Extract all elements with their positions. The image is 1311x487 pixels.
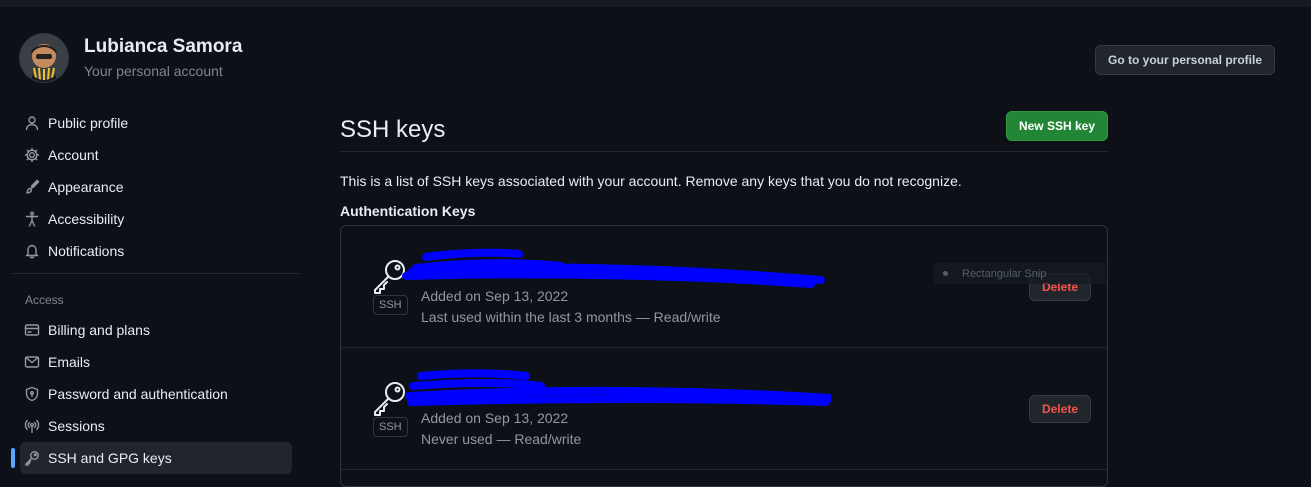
key-usage: Never used — Read/write bbox=[421, 431, 582, 447]
delete-key-button[interactable]: Delete bbox=[1028, 395, 1091, 423]
sidebar-item-label: Accessibility bbox=[48, 211, 125, 227]
sidebar-divider bbox=[12, 273, 300, 274]
bell-icon bbox=[25, 244, 39, 259]
settings-sidebar: Public profile Account Appearance Access… bbox=[11, 107, 300, 474]
key-icon bbox=[25, 451, 39, 466]
page-title: SSH keys bbox=[340, 116, 446, 143]
ssh-badge: SSH bbox=[373, 417, 408, 437]
ssh-badge: SSH bbox=[373, 295, 408, 315]
user-subtitle: Your personal account bbox=[84, 63, 223, 79]
sidebar-item-label: Public profile bbox=[48, 115, 129, 131]
mail-icon bbox=[24, 356, 40, 368]
sidebar-item-billing[interactable]: Billing and plans bbox=[12, 314, 300, 346]
sidebar-item-label: Account bbox=[48, 147, 99, 163]
sidebar-item-label: SSH and GPG keys bbox=[48, 450, 172, 466]
key-added-date: Added on Sep 13, 2022 bbox=[421, 288, 569, 304]
sidebar-item-label: Appearance bbox=[48, 179, 124, 195]
sidebar-item-label: Billing and plans bbox=[48, 322, 150, 338]
credit-card-icon bbox=[24, 324, 40, 336]
person-icon bbox=[25, 116, 39, 131]
ssh-key-row: SSH Added on Sep 13, 2022 Never used — R… bbox=[341, 348, 1107, 470]
section-title: Authentication Keys bbox=[340, 203, 476, 219]
new-ssh-key-button[interactable]: New SSH key bbox=[1005, 111, 1108, 141]
page-header: SSH keys New SSH key bbox=[340, 111, 1108, 152]
sidebar-item-ssh-gpg-keys[interactable]: SSH and GPG keys bbox=[11, 442, 292, 474]
account-header: Lubianca Samora Your personal account bbox=[20, 34, 242, 82]
avatar[interactable] bbox=[20, 34, 68, 82]
sidebar-item-notifications[interactable]: Notifications bbox=[12, 235, 300, 267]
user-name: Lubianca Samora bbox=[84, 36, 243, 57]
sidebar-item-sessions[interactable]: Sessions bbox=[12, 410, 300, 442]
sidebar-section-heading: Access bbox=[25, 293, 64, 307]
main-content: SSH keys New SSH key This is a list of S… bbox=[340, 111, 1108, 487]
snip-tooltip: Rectangular Snip bbox=[934, 263, 1106, 284]
snip-dot-icon bbox=[943, 271, 948, 276]
gear-icon bbox=[24, 147, 40, 163]
key-added-date: Added on Sep 13, 2022 bbox=[421, 410, 569, 426]
sidebar-item-account[interactable]: Account bbox=[12, 139, 300, 171]
sidebar-item-public-profile[interactable]: Public profile bbox=[12, 107, 300, 139]
sidebar-item-label: Emails bbox=[48, 354, 91, 370]
intro-text: This is a list of SSH keys associated wi… bbox=[340, 173, 962, 189]
sidebar-item-label: Sessions bbox=[48, 418, 105, 434]
key-usage: Last used within the last 3 months — Rea… bbox=[421, 309, 721, 325]
broadcast-icon bbox=[24, 419, 40, 434]
snip-tooltip-label: Rectangular Snip bbox=[962, 267, 1047, 280]
go-to-profile-button[interactable]: Go to your personal profile bbox=[1095, 45, 1276, 75]
sidebar-item-password[interactable]: Password and authentication bbox=[12, 378, 300, 410]
sidebar-item-label: Password and authentication bbox=[48, 386, 228, 402]
sidebar-item-accessibility[interactable]: Accessibility bbox=[12, 203, 300, 235]
accessibility-icon bbox=[25, 211, 39, 227]
top-bar bbox=[0, 0, 1311, 7]
shield-lock-icon bbox=[25, 386, 39, 402]
ssh-key-row: SSH Added on Sep 13, 2022 Last used with… bbox=[341, 226, 1107, 348]
sidebar-item-emails[interactable]: Emails bbox=[12, 346, 300, 378]
sidebar-item-appearance[interactable]: Appearance bbox=[12, 171, 300, 203]
paintbrush-icon bbox=[26, 179, 40, 194]
sidebar-item-label: Notifications bbox=[48, 243, 125, 259]
